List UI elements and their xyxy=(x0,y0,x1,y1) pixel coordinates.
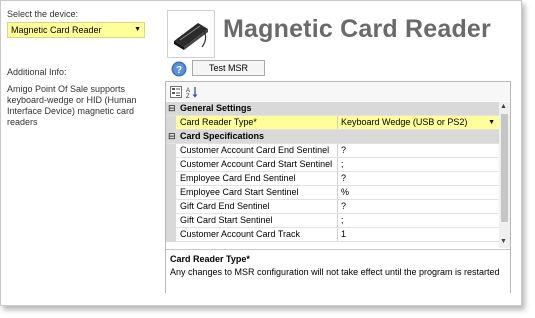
device-dropdown-value: Magnetic Card Reader xyxy=(11,25,102,35)
scrollbar-thumb[interactable] xyxy=(501,114,508,222)
property-row[interactable]: Customer Account Card Start Sentinel ; xyxy=(166,158,499,172)
property-name: Gift Card Start Sentinel xyxy=(180,214,338,227)
device-settings-window: Select the device: Magnetic Card Reader … xyxy=(0,0,522,306)
chevron-down-icon[interactable]: ▼ xyxy=(488,116,495,129)
row-gutter xyxy=(166,158,176,172)
property-value[interactable]: 1 xyxy=(341,228,497,241)
property-grid-rows: ⊟ General Settings Card Reader Type* Key… xyxy=(166,102,510,248)
property-name: Customer Account Card Start Sentinel xyxy=(180,158,338,171)
property-value[interactable]: Keyboard Wedge (USB or PS2) xyxy=(341,116,497,129)
property-row[interactable]: Customer Account Card Track 1 xyxy=(166,228,499,242)
property-grid-toolbar: A Z xyxy=(166,82,510,101)
additional-info-label: Additional Info: xyxy=(7,67,67,77)
property-row[interactable]: Gift Card End Sentinel ? xyxy=(166,200,499,214)
row-gutter xyxy=(166,116,176,130)
property-row[interactable]: Gift Card Start Sentinel ; xyxy=(166,214,499,228)
left-panel: Select the device: Magnetic Card Reader … xyxy=(7,9,157,127)
sort-alphabetical-icon[interactable]: A Z xyxy=(186,85,198,100)
page-title: Magnetic Card Reader xyxy=(223,15,491,43)
property-name: Customer Account Card Track xyxy=(180,228,338,241)
property-row[interactable]: Employee Card Start Sentinel % xyxy=(166,186,499,200)
property-name: Employee Card End Sentinel xyxy=(180,172,338,185)
row-gutter xyxy=(166,228,176,242)
property-row[interactable]: Customer Account Card End Sentinel ? xyxy=(166,144,499,158)
chevron-down-icon: ▼ xyxy=(134,26,141,33)
property-name: Gift Card End Sentinel xyxy=(180,200,338,213)
category-label: Card Specifications xyxy=(180,131,265,141)
category-label: General Settings xyxy=(180,103,252,113)
property-value[interactable]: ; xyxy=(341,214,497,227)
select-device-label: Select the device: xyxy=(7,9,79,19)
svg-text:?: ? xyxy=(176,65,182,76)
property-value[interactable]: ; xyxy=(341,158,497,171)
category-card-specifications[interactable]: ⊟ Card Specifications xyxy=(166,130,499,144)
row-gutter xyxy=(166,186,176,200)
scroll-down-icon[interactable]: ▼ xyxy=(500,238,507,245)
device-dropdown[interactable]: Magnetic Card Reader ▼ xyxy=(7,22,145,38)
card-reader-icon xyxy=(167,10,215,58)
property-name: Card Reader Type* xyxy=(180,116,338,129)
property-row[interactable]: Employee Card End Sentinel ? xyxy=(166,172,499,186)
description-title: Card Reader Type* xyxy=(170,254,250,264)
test-msr-button[interactable]: Test MSR xyxy=(192,60,265,76)
property-row-card-reader-type[interactable]: Card Reader Type* Keyboard Wedge (USB or… xyxy=(166,116,499,130)
property-value[interactable]: ? xyxy=(341,200,497,213)
additional-info-text: Amigo Point Of Sale supports keyboard-we… xyxy=(7,84,137,127)
row-gutter xyxy=(166,200,176,214)
row-gutter xyxy=(166,172,176,186)
property-value[interactable]: ? xyxy=(341,144,497,157)
categorized-view-icon[interactable] xyxy=(170,85,182,98)
property-value[interactable]: % xyxy=(341,186,497,199)
property-name: Customer Account Card End Sentinel xyxy=(180,144,338,157)
scroll-up-icon[interactable]: ▲ xyxy=(500,103,507,110)
row-gutter xyxy=(166,214,176,228)
property-grid: A Z ⊟ General Settings Card Reader Type*… xyxy=(165,81,511,293)
property-value[interactable]: ? xyxy=(341,172,497,185)
category-general-settings[interactable]: ⊟ General Settings xyxy=(166,102,499,116)
svg-text:Z: Z xyxy=(186,94,190,98)
description-text: Any changes to MSR configuration will no… xyxy=(170,267,500,277)
property-name: Employee Card Start Sentinel xyxy=(180,186,338,199)
property-description-panel: Card Reader Type* Any changes to MSR con… xyxy=(166,249,510,293)
collapse-icon[interactable]: ⊟ xyxy=(168,102,176,115)
vertical-scrollbar[interactable]: ▲ ▼ xyxy=(499,102,510,248)
help-icon[interactable]: ? xyxy=(171,61,187,77)
row-gutter xyxy=(166,144,176,158)
collapse-icon[interactable]: ⊟ xyxy=(168,130,176,143)
